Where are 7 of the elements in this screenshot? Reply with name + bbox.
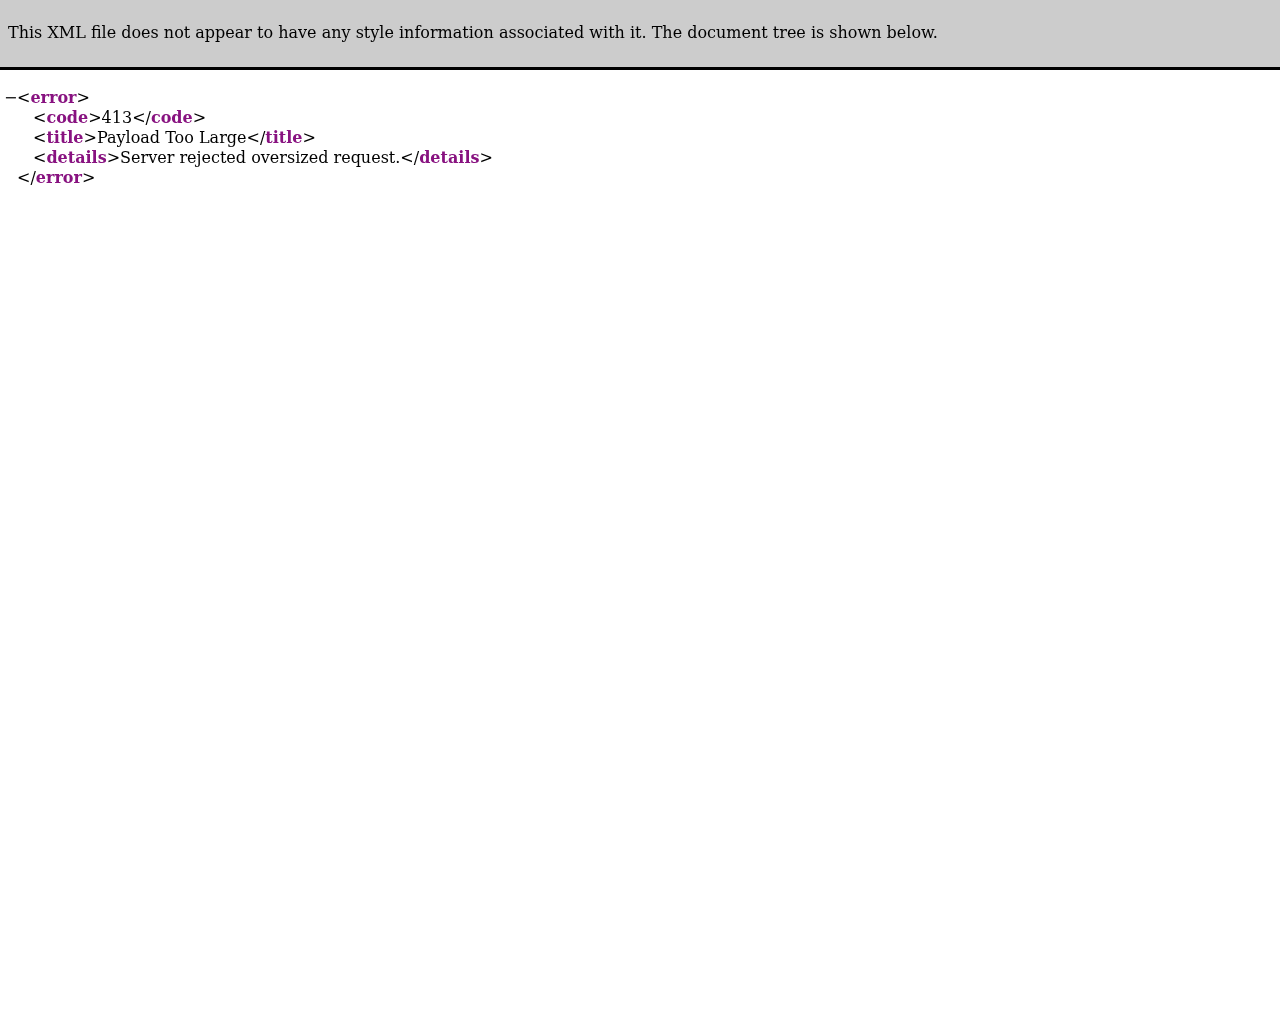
xml-line: <error> bbox=[17, 88, 90, 108]
xml-line: <title>Payload Too Large</title> bbox=[33, 128, 316, 148]
xml-line: <details>Server rejected oversized request.</details> bbox=[33, 148, 493, 168]
info-banner-text: This XML file does not appear to have any style information associated with it. The document tree is shown below. bbox=[8, 23, 938, 42]
xml-line: </error> bbox=[17, 168, 96, 188]
xml-line: <code>413</code> bbox=[33, 108, 207, 128]
collapse-toggle[interactable]: − bbox=[4, 88, 17, 108]
